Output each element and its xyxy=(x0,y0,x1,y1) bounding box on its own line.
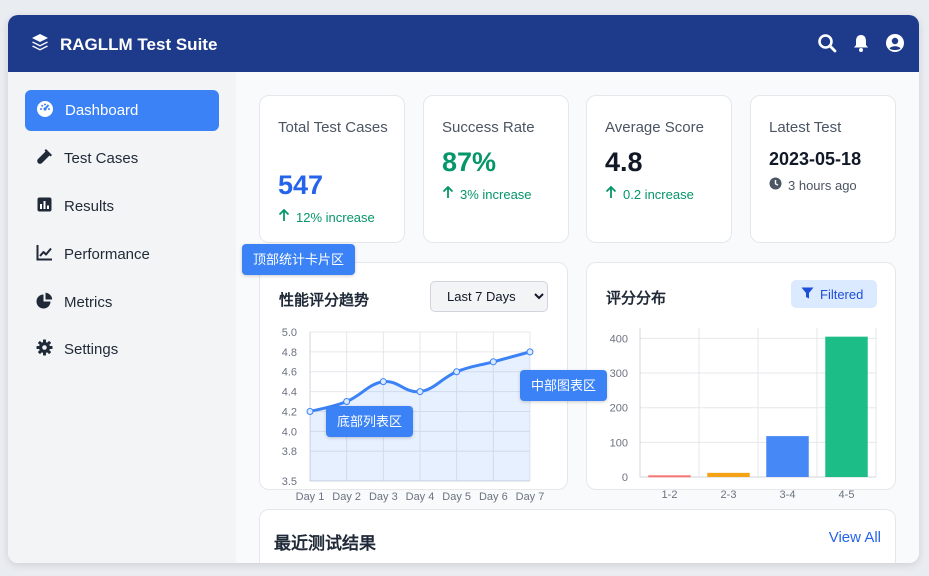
sidebar-item-performance[interactable]: Performance xyxy=(25,234,219,275)
sidebar-item-label: Metrics xyxy=(64,294,113,311)
brand[interactable]: RAGLLM Test Suite xyxy=(30,32,217,57)
distribution-chart-card: 评分分布 Filtered xyxy=(586,262,896,490)
view-all-link[interactable]: View All xyxy=(829,529,881,546)
stat-card-latest-test: Latest Test 2023-05-18 3 hours ago xyxy=(750,95,896,243)
tooltip-bottom-list: 底部列表区 xyxy=(326,406,414,437)
app-title: RAGLLM Test Suite xyxy=(60,34,218,54)
sidebar-item-dashboard[interactable]: Dashboard xyxy=(25,90,219,131)
arrow-up-icon xyxy=(442,185,454,202)
sidebar-item-settings[interactable]: Settings xyxy=(25,329,219,370)
bell-icon[interactable] xyxy=(851,33,871,53)
stat-value: 4.8 xyxy=(605,147,643,177)
chart-title: 评分分布 xyxy=(606,290,667,307)
stat-change: 12% increase xyxy=(296,209,375,225)
stat-card-average-score: Average Score 4.8 0.2 increase xyxy=(586,95,732,243)
stat-value: 547 xyxy=(278,170,324,200)
dashboard-icon xyxy=(36,100,54,122)
stat-change: 3% increase xyxy=(460,186,532,202)
stat-title: Average Score xyxy=(605,119,704,136)
sidebar-item-label: Performance xyxy=(64,246,150,263)
arrow-up-icon xyxy=(278,208,290,225)
stat-value: 87% xyxy=(442,147,497,177)
date-range-select[interactable]: Last 7 Days xyxy=(430,281,548,312)
recent-title: 最近测试结果 xyxy=(274,534,376,553)
stat-title: Latest Test xyxy=(769,119,842,136)
tooltip-middle-charts: 中部图表区 xyxy=(520,370,608,401)
clock-icon xyxy=(769,177,782,193)
filter-label: Filtered xyxy=(820,286,864,302)
flask-icon xyxy=(36,148,53,169)
sidebar-item-label: Settings xyxy=(64,341,119,358)
pie-chart-icon xyxy=(36,292,53,313)
line-chart-icon xyxy=(36,244,53,265)
stat-time: 3 hours ago xyxy=(788,177,857,193)
sidebar-item-label: Dashboard xyxy=(65,102,139,119)
arrow-up-icon xyxy=(605,185,617,202)
sidebar-item-metrics[interactable]: Metrics xyxy=(25,282,219,323)
sidebar-item-results[interactable]: Results xyxy=(25,186,219,227)
stat-card-success-rate: Success Rate 87% 3% increase xyxy=(423,95,569,243)
chart-title: 性能评分趋势 xyxy=(279,292,370,309)
sidebar: Dashboard Test Cases Results Performance… xyxy=(8,72,236,563)
layers-icon xyxy=(30,32,50,57)
gear-icon xyxy=(36,339,53,360)
recent-results-card: 最近测试结果 View All xyxy=(259,509,896,563)
user-circle-icon[interactable] xyxy=(885,33,905,53)
stat-title: Total Test Cases xyxy=(278,119,388,136)
filter-button[interactable]: Filtered xyxy=(791,280,877,308)
sidebar-item-label: Test Cases xyxy=(64,150,139,167)
stat-value: 2023-05-18 xyxy=(769,149,862,169)
filter-icon xyxy=(801,287,814,302)
app-window: RAGLLM Test Suite Dashboard Test Cases R… xyxy=(8,15,919,563)
sidebar-item-label: Results xyxy=(64,198,115,215)
sidebar-item-test-cases[interactable]: Test Cases xyxy=(25,138,219,179)
stat-card-total-tests: Total Test Cases 547 12% increase xyxy=(259,95,405,243)
stat-title: Success Rate xyxy=(442,119,535,136)
tooltip-top-stats: 顶部统计卡片区 xyxy=(242,244,356,275)
bar-chart-icon xyxy=(36,196,53,217)
main-content: Total Test Cases 547 12% increase Succes… xyxy=(236,72,919,563)
top-navbar: RAGLLM Test Suite xyxy=(8,15,919,72)
search-icon[interactable] xyxy=(817,33,837,53)
stat-change: 0.2 increase xyxy=(623,186,694,202)
